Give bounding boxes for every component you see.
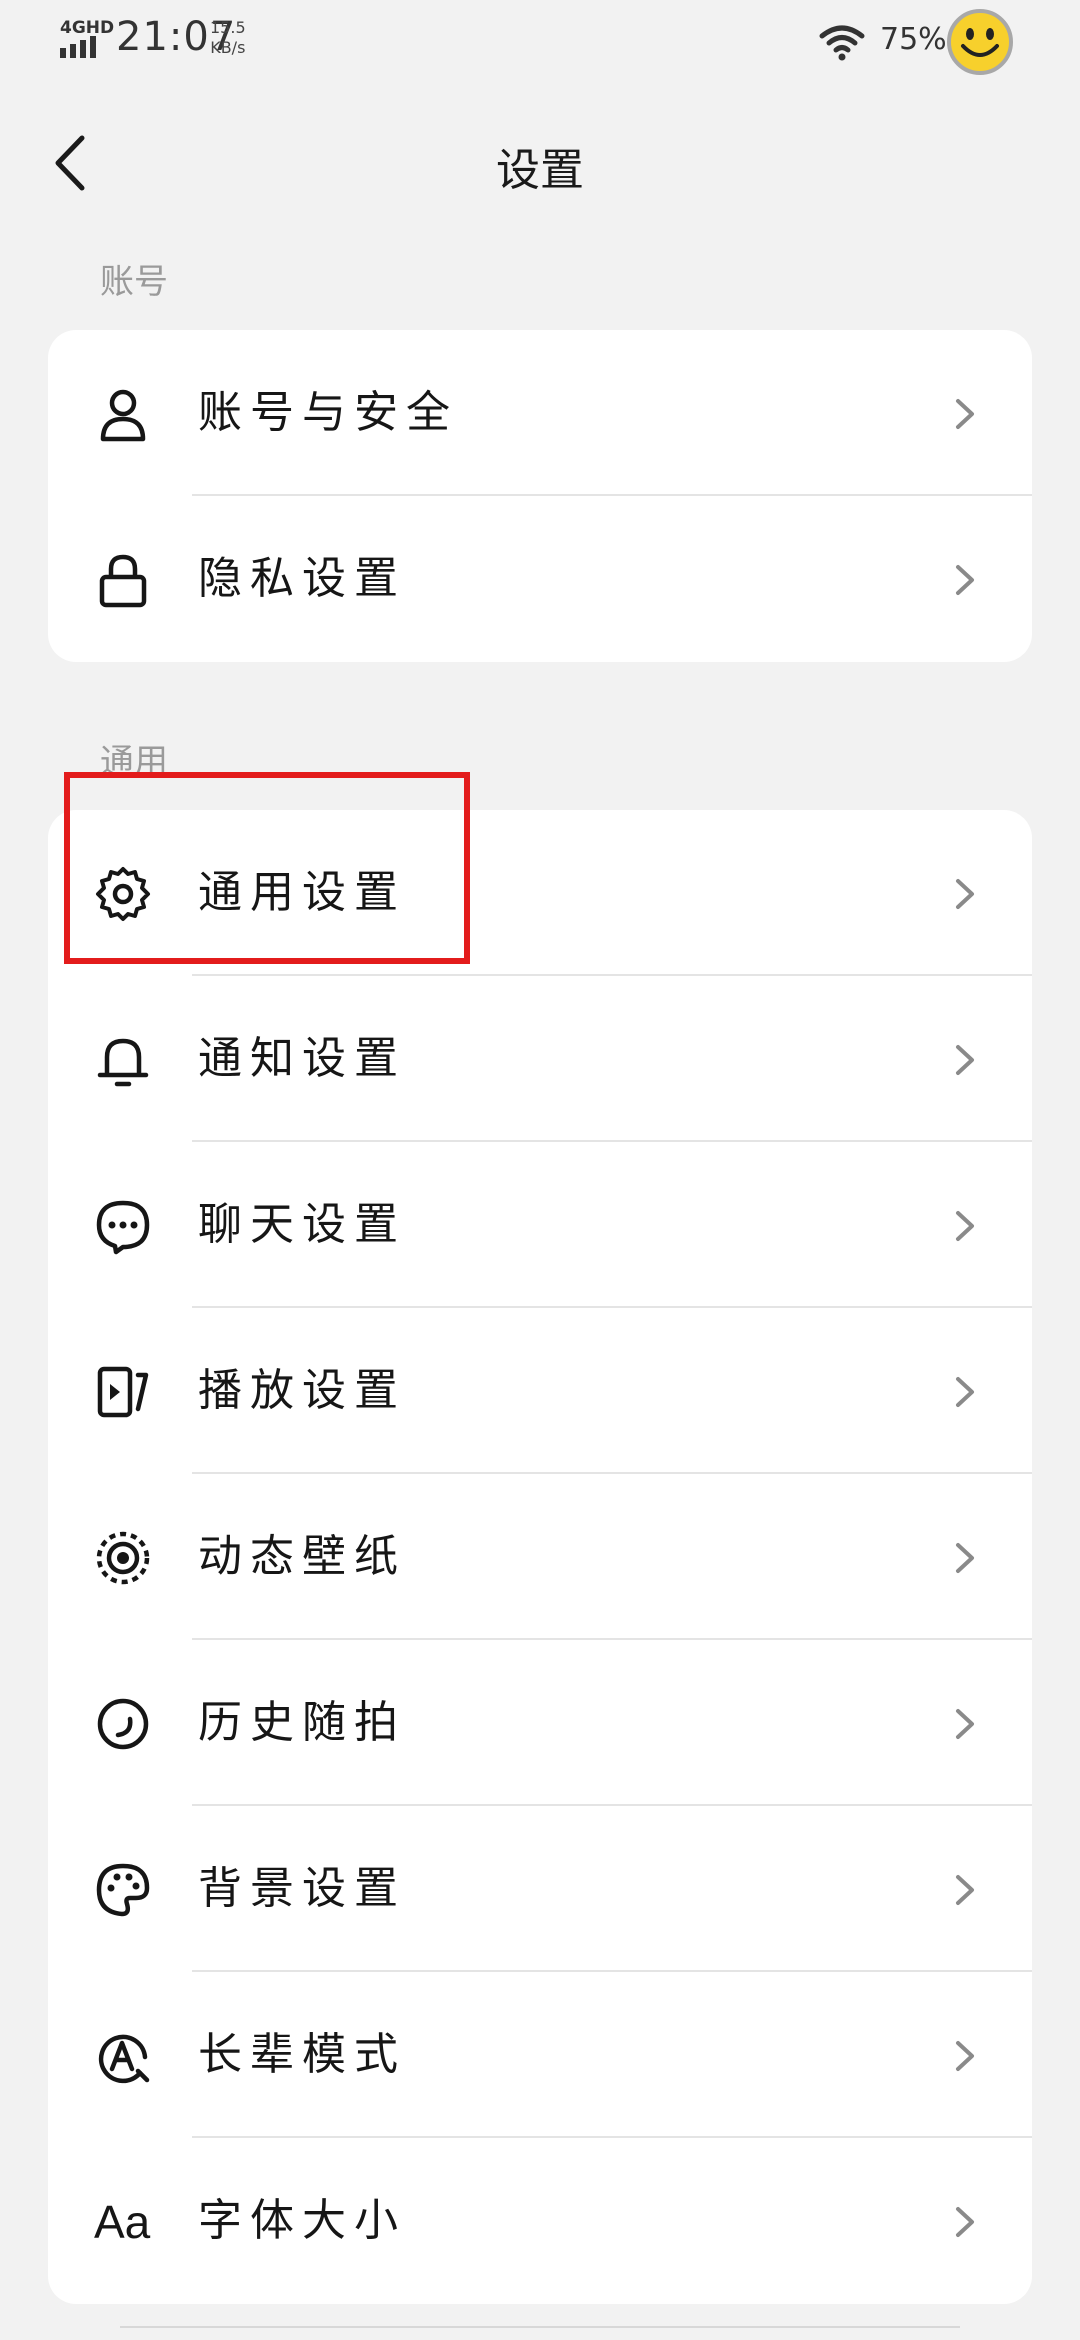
chevron-right-icon <box>956 399 974 429</box>
settings-item-label: 播放设置 <box>198 1365 406 1416</box>
battery-level: 75% <box>880 22 947 57</box>
wifi-icon <box>819 25 865 61</box>
speed-unit: KB/s <box>210 38 246 57</box>
settings-item-live-wallpaper[interactable]: 动态壁纸 <box>48 1474 1032 1640</box>
chevron-right-icon <box>956 565 974 595</box>
settings-item-font-size[interactable]: Aa 字体大小 <box>48 2138 1032 2304</box>
settings-item-label: 历史随拍 <box>198 1697 406 1748</box>
elder-mode-icon <box>94 2027 152 2085</box>
chevron-right-icon <box>956 1875 974 1905</box>
header: 设置 <box>0 118 1080 208</box>
chevron-right-icon <box>956 1211 974 1241</box>
smiley-avatar-icon <box>947 9 1013 75</box>
play-video-icon <box>94 1363 152 1421</box>
speed-value: 15.5 <box>210 18 246 37</box>
font-size-icon: Aa <box>94 2193 152 2251</box>
lock-icon <box>94 551 152 609</box>
chevron-right-icon <box>956 1377 974 1407</box>
section-label-account: 账号 <box>100 262 168 302</box>
settings-item-chat[interactable]: 聊天设置 <box>48 1142 1032 1308</box>
settings-item-general[interactable]: 通用设置 <box>48 810 1032 976</box>
page-title: 设置 <box>496 145 584 196</box>
bottom-content-hint <box>120 2326 960 2340</box>
settings-item-label: 通用设置 <box>198 867 406 918</box>
account-card: 账号与安全 隐私设置 <box>48 330 1032 662</box>
settings-item-notifications[interactable]: 通知设置 <box>48 976 1032 1142</box>
user-icon <box>94 385 152 443</box>
chevron-right-icon <box>956 879 974 909</box>
history-circle-icon <box>94 1695 152 1753</box>
general-card: 通用设置 通知设置 聊天设置 播放设置 动态壁纸 历史随拍 背景设置 长辈模式 … <box>48 810 1032 2304</box>
settings-item-account-security[interactable]: 账号与安全 <box>48 330 1032 496</box>
chevron-right-icon <box>956 2041 974 2071</box>
section-label-general: 通用 <box>100 742 168 782</box>
chevron-right-icon <box>956 1045 974 1075</box>
settings-item-privacy[interactable]: 隐私设置 <box>48 496 1032 662</box>
chat-bubble-icon <box>94 1197 152 1255</box>
settings-item-history-shots[interactable]: 历史随拍 <box>48 1640 1032 1806</box>
settings-item-label: 账号与安全 <box>198 387 458 438</box>
chevron-right-icon <box>956 1543 974 1573</box>
settings-item-label: 长辈模式 <box>198 2029 406 2080</box>
settings-item-label: 背景设置 <box>198 1863 406 1914</box>
settings-item-label: 隐私设置 <box>198 553 406 604</box>
bell-icon <box>94 1031 152 1089</box>
font-size-icon-text: Aa <box>94 2196 151 2248</box>
palette-icon <box>94 1861 152 1919</box>
settings-screen: 4GHD 21:07 15.5 KB/s 75% 设置 账号 账号与安全 隐私设… <box>0 0 1080 2340</box>
settings-item-elder-mode[interactable]: 长辈模式 <box>48 1972 1032 2138</box>
settings-item-label: 动态壁纸 <box>198 1531 406 1582</box>
signal-icon <box>60 36 96 58</box>
live-wallpaper-icon <box>94 1529 152 1587</box>
settings-item-background[interactable]: 背景设置 <box>48 1806 1032 1972</box>
status-bar: 4GHD 21:07 15.5 KB/s 75% <box>0 0 1080 84</box>
settings-item-playback[interactable]: 播放设置 <box>48 1308 1032 1474</box>
settings-item-label: 聊天设置 <box>198 1199 406 1250</box>
chevron-right-icon <box>956 1709 974 1739</box>
settings-item-label: 通知设置 <box>198 1033 406 1084</box>
gear-icon <box>94 865 152 923</box>
settings-item-label: 字体大小 <box>198 2195 406 2246</box>
network-speed: 15.5 KB/s <box>210 18 246 58</box>
chevron-right-icon <box>956 2207 974 2237</box>
